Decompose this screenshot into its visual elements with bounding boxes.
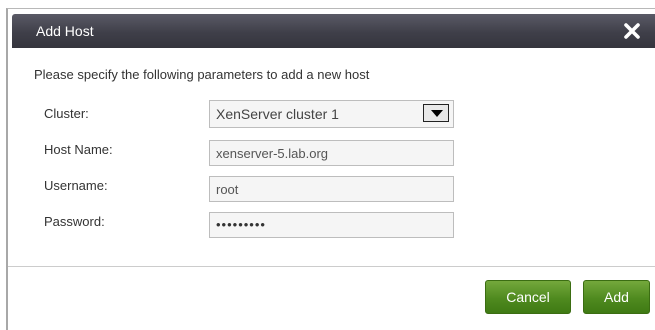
host-name-field[interactable]: xenserver-5.lab.org	[209, 140, 454, 166]
cluster-label: Cluster:	[44, 106, 89, 121]
host-name-label: Host Name:	[44, 142, 113, 157]
password-field[interactable]: •••••••••	[209, 212, 454, 238]
cancel-button[interactable]: Cancel	[485, 280, 571, 314]
close-icon[interactable]	[622, 21, 642, 41]
dialog-titlebar: Add Host	[12, 14, 655, 48]
cluster-select-value: XenServer cluster 1	[216, 106, 339, 122]
dialog-instructions: Please specify the following parameters …	[34, 67, 370, 82]
username-label: Username:	[44, 178, 108, 193]
username-field[interactable]: root	[209, 176, 454, 202]
chevron-down-icon[interactable]	[423, 104, 449, 122]
password-label: Password:	[44, 214, 105, 229]
footer-divider	[8, 266, 655, 267]
cluster-select[interactable]: XenServer cluster 1	[209, 100, 454, 128]
dialog-title: Add Host	[36, 23, 94, 39]
add-button[interactable]: Add	[583, 280, 650, 314]
